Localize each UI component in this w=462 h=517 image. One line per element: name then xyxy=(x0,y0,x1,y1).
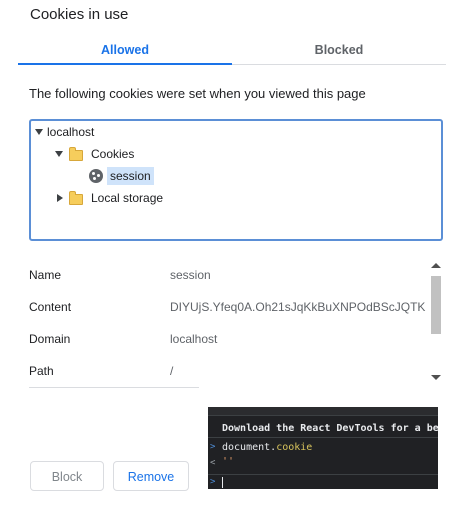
tree-item-label: session xyxy=(107,167,154,185)
property-value: localhost xyxy=(170,332,218,346)
dialog-title: Cookies in use xyxy=(30,6,129,23)
folder-icon xyxy=(69,191,83,205)
scrollbar[interactable] xyxy=(428,258,444,386)
console-toolbar xyxy=(208,407,438,416)
tree-item-label: Local storage xyxy=(91,191,164,205)
tree-item-label: Cookies xyxy=(91,147,135,161)
cookie-icon xyxy=(89,169,103,183)
prompt-arrow-icon: > xyxy=(210,477,216,487)
block-button[interactable]: Block xyxy=(30,461,104,491)
prompt-arrow-icon: > xyxy=(210,442,216,452)
console-command: document.cookie xyxy=(222,442,313,453)
devtools-console[interactable]: Download the React DevTools for a better… xyxy=(208,407,438,489)
tab-bar: Allowed Blocked xyxy=(18,36,446,66)
scroll-down-icon[interactable] xyxy=(431,375,441,380)
expand-right-icon[interactable] xyxy=(57,194,63,202)
console-result: '' xyxy=(222,456,235,467)
divider xyxy=(29,387,199,388)
expand-down-icon[interactable] xyxy=(35,129,43,135)
tree-item-label: localhost xyxy=(47,125,95,139)
property-name: Content xyxy=(29,300,72,314)
cookie-properties: Name session Content DIYUjS.Yfeq0A.Oh21s… xyxy=(29,258,444,388)
property-name: Path xyxy=(29,364,54,378)
scroll-up-icon[interactable] xyxy=(431,263,441,268)
property-value: DIYUjS.Yfeq0A.Oh21sJqKkBuXNPOdBScJQTKLQI… xyxy=(170,300,426,314)
tab-blocked[interactable]: Blocked xyxy=(232,36,446,64)
expand-down-icon[interactable] xyxy=(55,151,63,157)
folder-icon xyxy=(69,147,83,161)
cookies-description: The following cookies were set when you … xyxy=(29,86,366,101)
cookie-tree[interactable]: localhost Cookies session Local storage xyxy=(29,119,443,241)
property-value: session xyxy=(170,268,211,282)
console-banner: Download the React DevTools for a better xyxy=(222,423,438,434)
property-name: Domain xyxy=(29,332,71,346)
console-input[interactable] xyxy=(222,477,223,488)
tab-allowed[interactable]: Allowed xyxy=(18,36,232,64)
tab-active-indicator xyxy=(18,63,232,65)
property-value: / xyxy=(170,364,174,378)
result-arrow-icon: < xyxy=(210,458,216,468)
remove-button[interactable]: Remove xyxy=(113,461,189,491)
scrollbar-thumb[interactable] xyxy=(431,276,441,334)
property-name: Name xyxy=(29,268,62,282)
